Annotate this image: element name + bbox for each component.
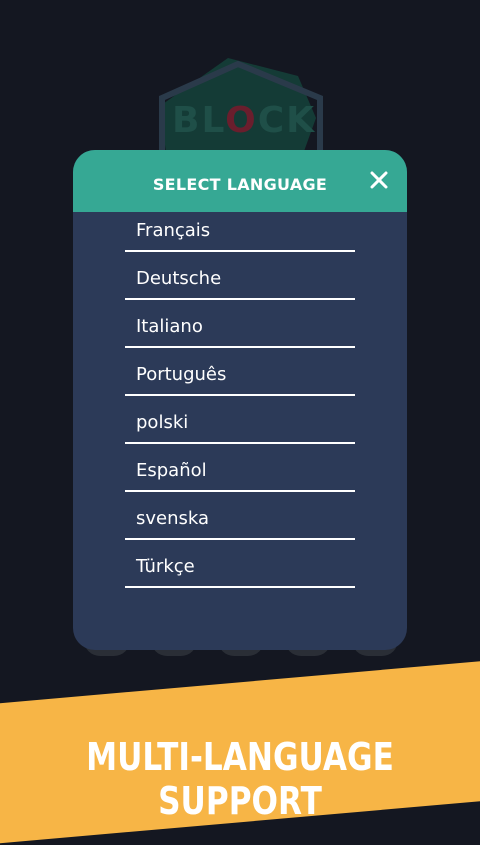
- language-label: Italiano: [136, 316, 203, 337]
- language-item-deutsche[interactable]: Deutsche: [125, 252, 355, 300]
- language-item-turkce[interactable]: Türkçe: [125, 540, 355, 588]
- language-item-francais[interactable]: Français: [125, 212, 355, 252]
- language-label: Türkçe: [136, 556, 195, 577]
- language-list[interactable]: Français Deutsche Italiano Português pol…: [125, 212, 355, 602]
- language-modal: SELECT LANGUAGE Français Deutsche Italia…: [73, 150, 407, 650]
- language-item-italiano[interactable]: Italiano: [125, 300, 355, 348]
- language-label: polski: [136, 412, 189, 433]
- language-item-espanol[interactable]: Español: [125, 444, 355, 492]
- language-label: Français: [136, 220, 211, 241]
- background-logo-text: BLOCK: [172, 100, 317, 141]
- modal-title: SELECT LANGUAGE: [152, 175, 328, 194]
- language-label: Português: [136, 364, 227, 385]
- promo-banner-text: MULTI-LANGUAGE SUPPORT: [86, 735, 394, 823]
- close-icon: [370, 171, 388, 189]
- language-label: Español: [136, 460, 207, 481]
- language-label: Deutsche: [136, 268, 222, 289]
- modal-header: SELECT LANGUAGE: [73, 150, 407, 212]
- language-item-polski[interactable]: polski: [125, 396, 355, 444]
- language-item-svenska[interactable]: svenska: [125, 492, 355, 540]
- language-item-portugues[interactable]: Português: [125, 348, 355, 396]
- language-label: svenska: [136, 508, 210, 529]
- close-button[interactable]: [365, 166, 393, 194]
